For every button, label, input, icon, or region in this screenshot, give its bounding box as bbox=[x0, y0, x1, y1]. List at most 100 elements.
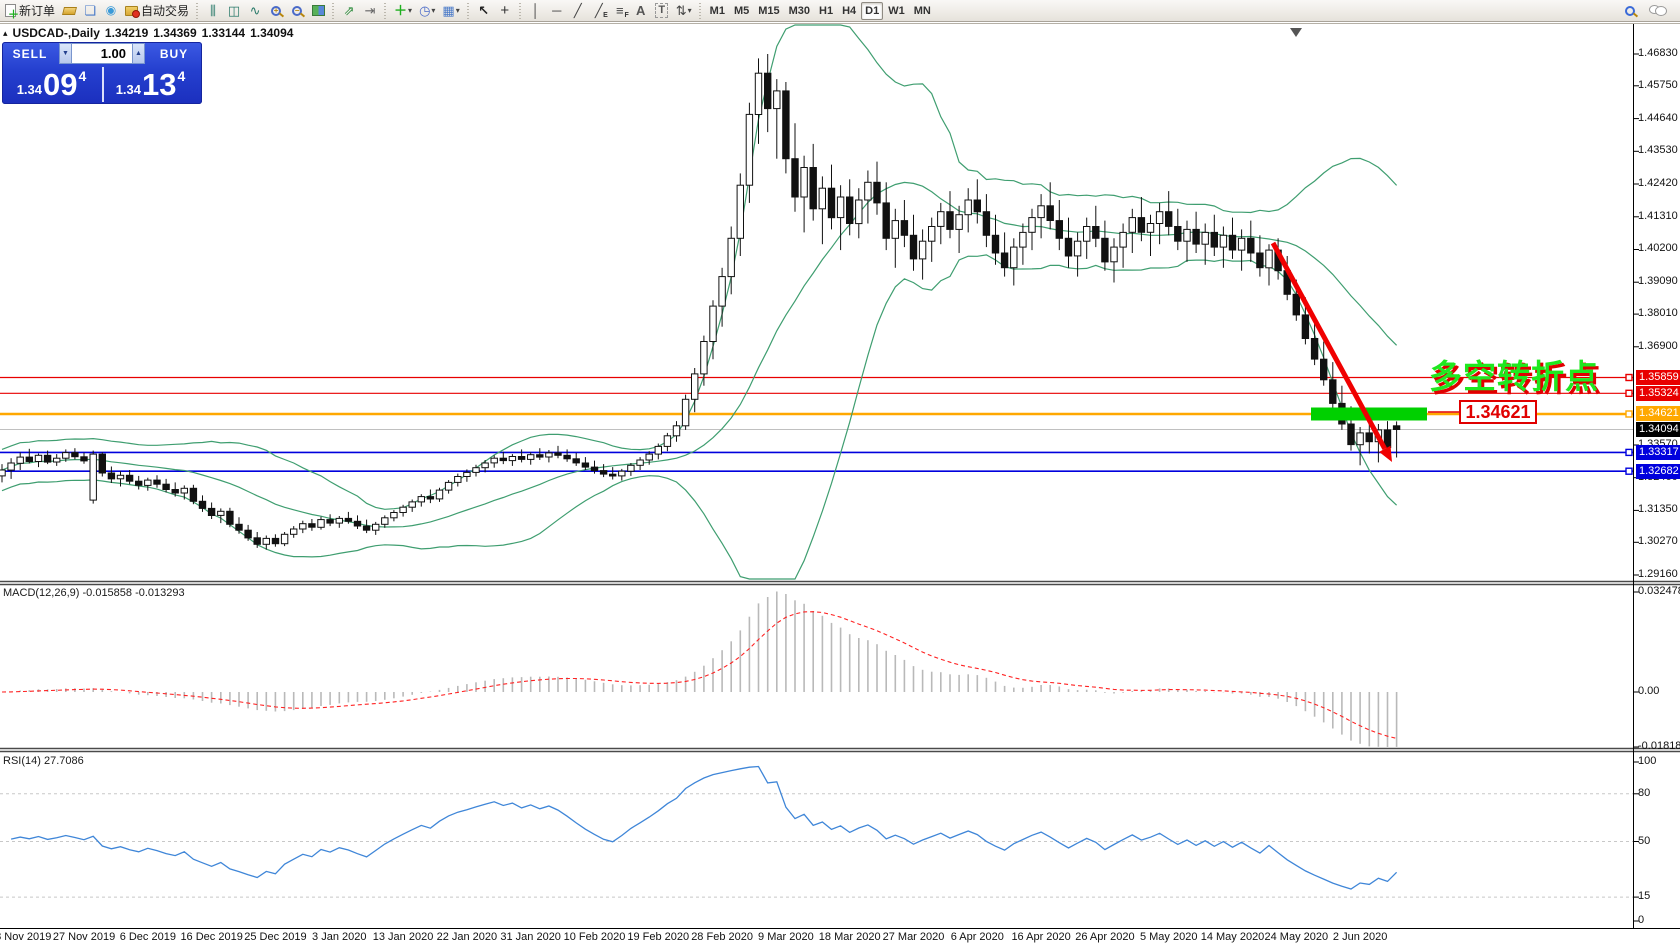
auto-arrange-button[interactable]: ⇗ bbox=[339, 1, 359, 21]
ohlc-high: 1.34369 bbox=[153, 26, 196, 40]
price-tick-label: 1.29160 bbox=[1638, 568, 1678, 580]
line-chart-button[interactable]: ∿ bbox=[245, 1, 265, 21]
templates-button[interactable]: ▦▾ bbox=[439, 1, 462, 21]
rsi-label: RSI(14) 27.7086 bbox=[3, 755, 84, 767]
crosshair-button[interactable]: + bbox=[495, 1, 515, 21]
signals-button[interactable]: ◉ bbox=[101, 1, 121, 21]
clock-icon: ◷ bbox=[419, 4, 430, 17]
price-tick-label: 1.45750 bbox=[1638, 79, 1678, 91]
dropdown-icon: ▾ bbox=[408, 6, 412, 15]
search-icon bbox=[1625, 6, 1635, 16]
text-label-button[interactable]: T bbox=[652, 1, 672, 21]
symbol-period-label: USDCAD-,Daily bbox=[13, 26, 100, 40]
buy-price-display[interactable]: 1.34 13 4 bbox=[101, 65, 200, 104]
toolbar-gripper bbox=[466, 3, 471, 19]
sell-button[interactable]: SELL bbox=[2, 42, 58, 65]
bar-chart-icon: ⫼ bbox=[210, 4, 216, 17]
candlestick-icon: ◫ bbox=[228, 4, 240, 17]
signal-icon: ◉ bbox=[106, 4, 116, 17]
buy-price-big: 13 bbox=[142, 69, 176, 100]
current-price-label: 1.34094 bbox=[1636, 422, 1680, 437]
toolbar-gripper bbox=[195, 3, 200, 19]
text-label-icon: T bbox=[655, 3, 668, 18]
horizontal-line-button[interactable]: ─ bbox=[547, 1, 567, 21]
tile-windows-button[interactable] bbox=[308, 1, 328, 21]
text-tool-button[interactable]: A bbox=[631, 1, 651, 21]
macd-label: MACD(12,26,9) -0.015858 -0.013293 bbox=[3, 587, 185, 599]
ohlc-low: 1.33144 bbox=[202, 26, 245, 40]
channel-icon: ╱ bbox=[595, 4, 603, 17]
chart-canvas[interactable] bbox=[0, 0, 1680, 944]
channel-button[interactable]: ╱E bbox=[589, 1, 609, 21]
price-level-label: 1.33317 bbox=[1636, 445, 1680, 460]
fibonacci-button[interactable]: ≡F bbox=[610, 1, 630, 21]
volume-increase-button[interactable]: ▲ bbox=[132, 43, 145, 64]
line-chart-icon: ∿ bbox=[250, 4, 261, 17]
price-divider bbox=[102, 67, 104, 102]
toolbar: ＋ 新订单 ❏ ◉ 自动交易 ⫼ ◫ ∿ + − ⇗ ⇥ ＋▾ ◷▾ ▦▾ ↖ … bbox=[0, 0, 1680, 22]
gold-icon bbox=[62, 7, 77, 15]
arrows-tool-button[interactable]: ⇅▾ bbox=[673, 1, 695, 21]
search-button[interactable] bbox=[1620, 1, 1640, 21]
buy-price-sup: 4 bbox=[178, 68, 186, 84]
timeframe-group: M1M5M15M30H1H4D1W1MN bbox=[706, 2, 935, 20]
tf-button-W1[interactable]: W1 bbox=[884, 2, 909, 20]
bar-chart-button[interactable]: ⫼ bbox=[203, 1, 223, 21]
market-watch-button[interactable]: ❏ bbox=[80, 1, 100, 21]
price-level-label: 1.35859 bbox=[1636, 370, 1680, 385]
volume-control: ▼ 1.00 ▲ bbox=[59, 43, 145, 64]
tf-button-MN[interactable]: MN bbox=[910, 2, 935, 20]
chart-window-icon: ▴ bbox=[3, 28, 8, 39]
text-tool-icon: A bbox=[636, 4, 645, 17]
dropdown-icon: ▾ bbox=[688, 6, 692, 15]
chart-shift-button[interactable]: ⇥ bbox=[360, 1, 380, 21]
turning-point-annotation: 多空转折点 bbox=[1429, 350, 1599, 398]
autotrade-label: 自动交易 bbox=[141, 2, 189, 19]
time-axis[interactable]: 18 Nov 201927 Nov 20196 Dec 201916 Dec 2… bbox=[0, 929, 1680, 944]
macd-tick-label: 0.032478 bbox=[1638, 585, 1680, 597]
templates-icon: ▦ bbox=[442, 4, 454, 17]
dropdown-icon: ▾ bbox=[456, 6, 460, 15]
tf-button-H4[interactable]: H4 bbox=[838, 2, 860, 20]
toolbar-gripper bbox=[383, 3, 388, 19]
tf-button-M5[interactable]: M5 bbox=[730, 2, 753, 20]
price-level-label: 1.35324 bbox=[1636, 386, 1680, 401]
volume-decrease-button[interactable]: ▼ bbox=[59, 43, 72, 64]
cursor-button[interactable]: ↖ bbox=[474, 1, 494, 21]
price-tick-label: 1.42420 bbox=[1638, 177, 1678, 189]
chat-button[interactable] bbox=[1646, 1, 1670, 21]
zoom-in-button[interactable]: + bbox=[266, 1, 286, 21]
candlestick-button[interactable]: ◫ bbox=[224, 1, 244, 21]
toolbar-gripper bbox=[331, 3, 336, 19]
profiles-icon: ⇗ bbox=[344, 4, 355, 17]
buy-button[interactable]: BUY bbox=[146, 42, 202, 65]
market-watch-icon: ❏ bbox=[84, 4, 96, 17]
ohlc-close: 1.34094 bbox=[250, 26, 293, 40]
tf-button-H1[interactable]: H1 bbox=[815, 2, 837, 20]
trendline-button[interactable]: ╱ bbox=[568, 1, 588, 21]
price-tick-label: 1.43530 bbox=[1638, 144, 1678, 156]
tf-button-M1[interactable]: M1 bbox=[706, 2, 729, 20]
periods-button[interactable]: ◷▾ bbox=[416, 1, 438, 21]
autotrade-button[interactable]: 自动交易 bbox=[122, 1, 192, 21]
chat-icon bbox=[1649, 5, 1667, 17]
volume-input[interactable]: 1.00 bbox=[72, 43, 132, 64]
vertical-line-button[interactable]: │ bbox=[526, 1, 546, 21]
sell-price-display[interactable]: 1.34 09 4 bbox=[2, 65, 101, 104]
new-order-button[interactable]: ＋ 新订单 bbox=[2, 1, 58, 21]
tf-button-D1[interactable]: D1 bbox=[861, 2, 883, 20]
new-chart-button[interactable]: ＋▾ bbox=[391, 1, 415, 21]
crosshair-icon: + bbox=[500, 4, 509, 17]
price-tick-label: 1.39090 bbox=[1638, 275, 1678, 287]
rsi-tick-label: 80 bbox=[1638, 787, 1650, 799]
autotrade-icon bbox=[125, 6, 138, 16]
gold-button[interactable] bbox=[59, 1, 79, 21]
price-callout-box: 1.34621 bbox=[1459, 400, 1537, 424]
sell-price-big: 09 bbox=[43, 69, 77, 100]
zoom-out-button[interactable]: − bbox=[287, 1, 307, 21]
tf-button-M30[interactable]: M30 bbox=[785, 2, 814, 20]
horizontal-line-icon: ─ bbox=[552, 4, 561, 17]
price-level-label: 1.34621 bbox=[1636, 406, 1680, 421]
new-order-label: 新订单 bbox=[19, 2, 55, 19]
tf-button-M15[interactable]: M15 bbox=[754, 2, 783, 20]
